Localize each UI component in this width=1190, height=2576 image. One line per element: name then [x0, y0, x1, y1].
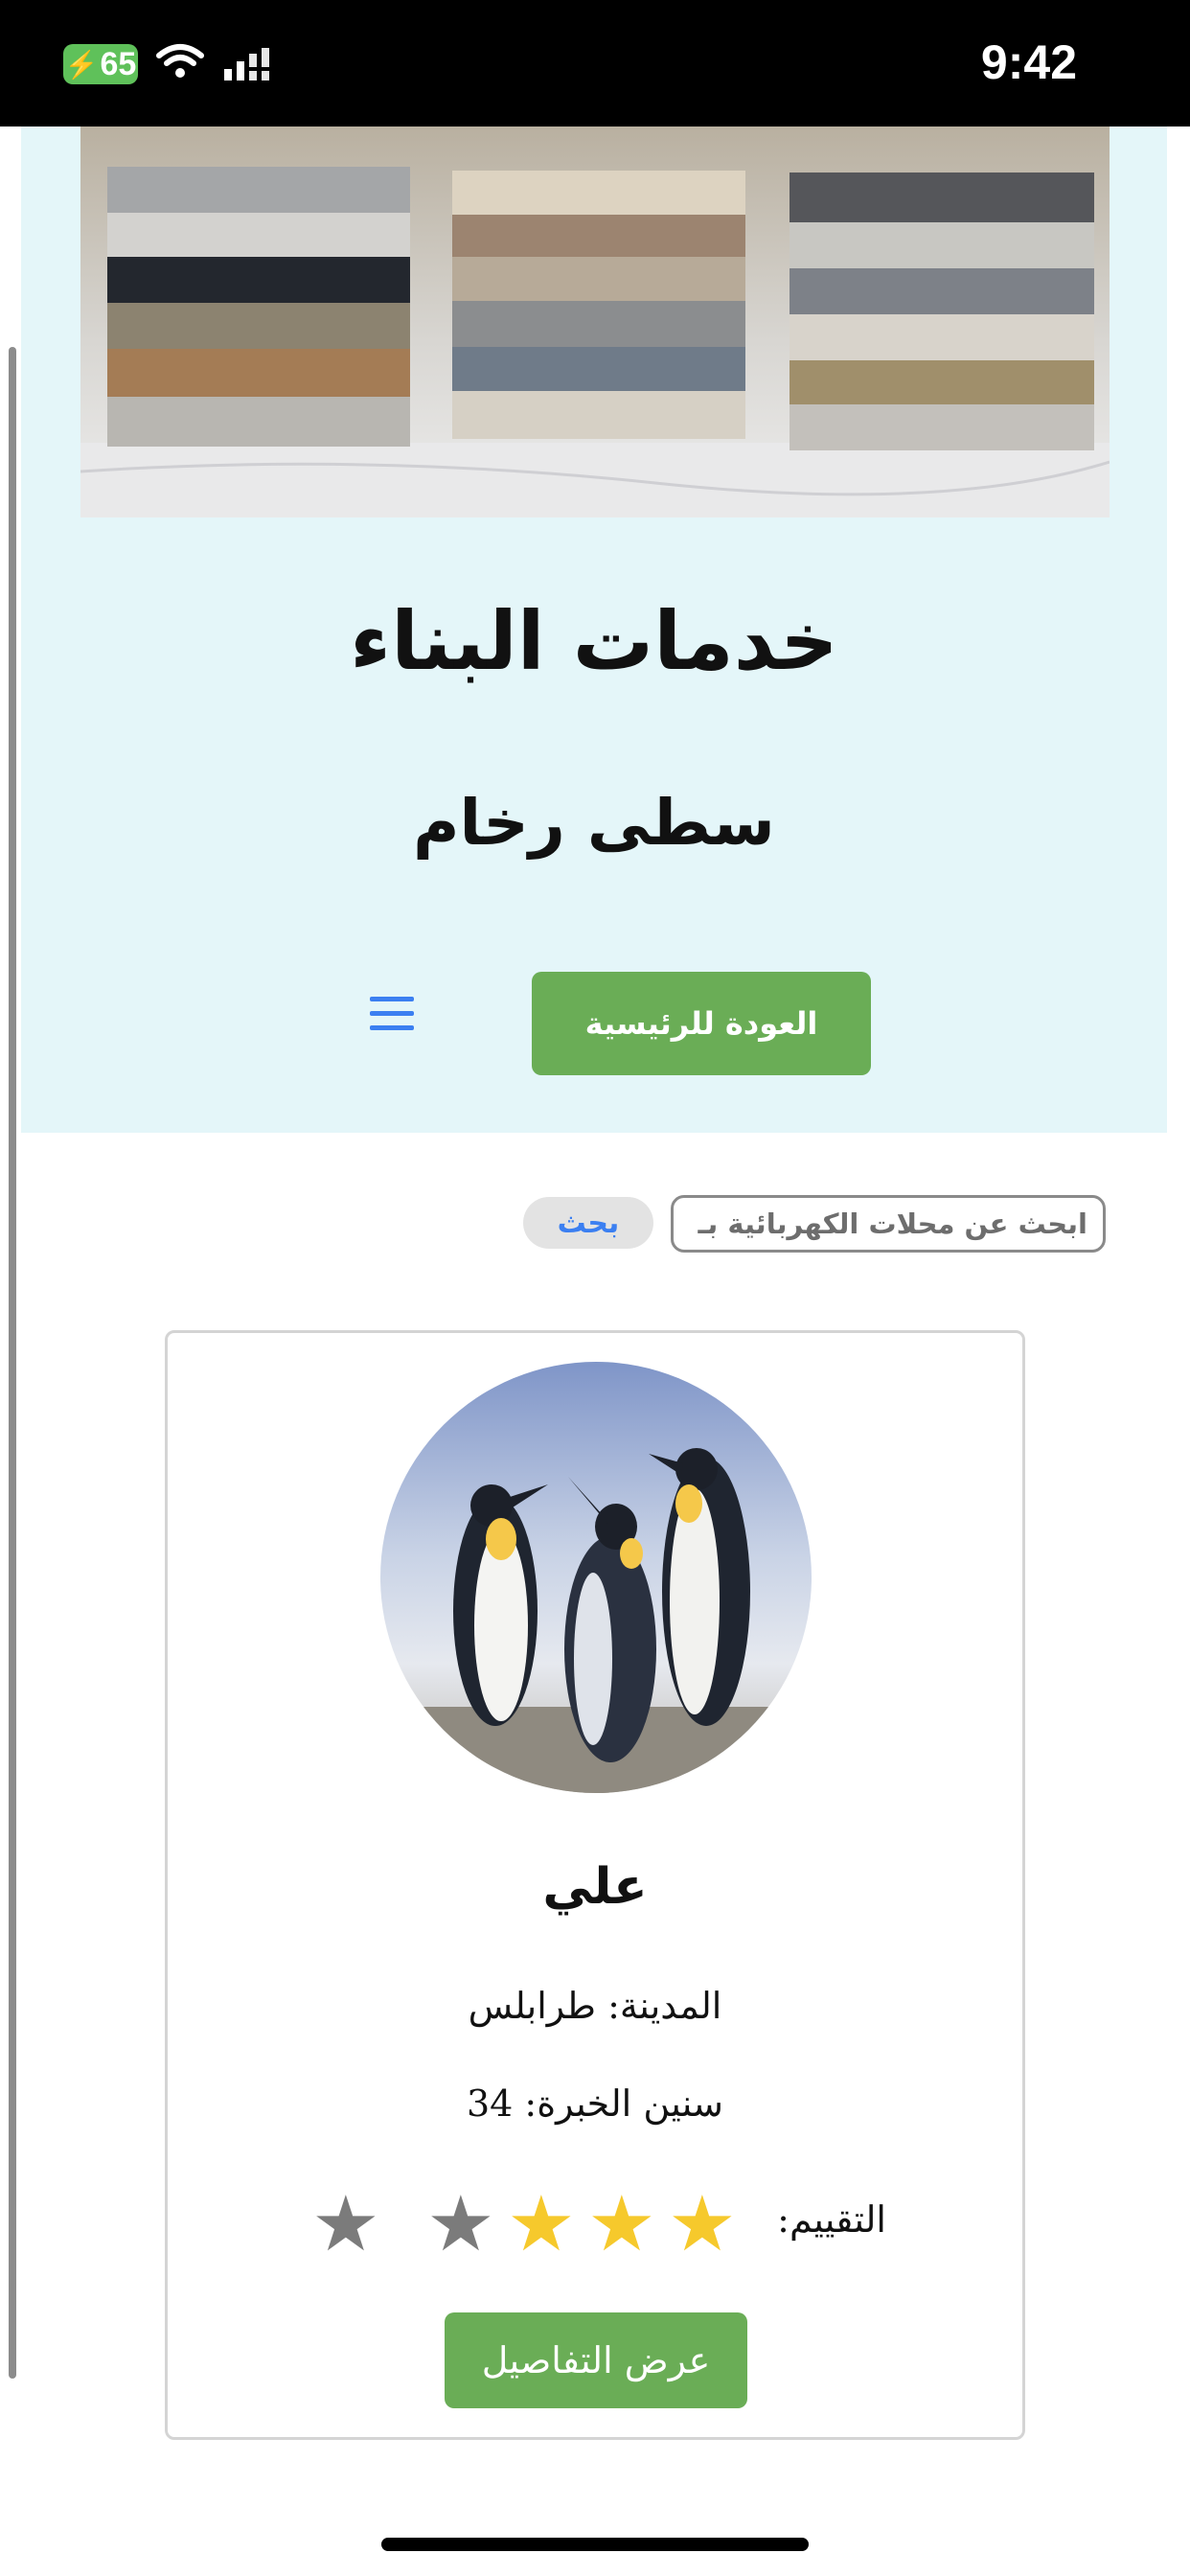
cellular-signal-icon — [224, 48, 269, 80]
profile-card: علي المدينة: طرابلس سنين الخبرة: 34 التق… — [165, 1330, 1025, 2440]
page-title: خدمات البناء — [350, 594, 838, 688]
rating-row: التقييم: ★ ★ ★ ★ ★ — [311, 2181, 886, 2267]
charging-icon: ⚡ — [64, 49, 99, 80]
marble-samples-image — [80, 126, 1110, 518]
battery-indicator: ⚡ 65 — [63, 44, 138, 84]
star-icon: ★ — [587, 2179, 656, 2268]
battery-level: 65 — [100, 45, 137, 82]
search-button[interactable]: بحث — [523, 1197, 653, 1249]
rating-label: التقييم: — [777, 2198, 886, 2241]
view-details-button[interactable]: عرض التفاصيل — [445, 2312, 747, 2408]
provider-name: علي — [542, 1858, 648, 1916]
star-icon: ★ — [668, 2179, 737, 2268]
star-icon: ★ — [311, 2179, 380, 2268]
home-indicator[interactable] — [381, 2538, 809, 2551]
hero-image — [80, 126, 1110, 518]
star-icon: ★ — [507, 2179, 576, 2268]
header-section: خدمات البناء سطى رخام العودة للرئيسية — [21, 126, 1167, 1133]
status-bar: ⚡ 65 9:42 — [0, 0, 1190, 126]
search-input[interactable]: ابحث عن محلات الكهربائية بـ — [671, 1195, 1106, 1253]
star-icon: ★ — [426, 2179, 495, 2268]
wifi-icon — [156, 44, 204, 78]
avatar — [380, 1362, 812, 1793]
scrollbar[interactable] — [9, 347, 16, 2379]
status-time: 9:42 — [980, 35, 1077, 89]
page-subtitle: سطى رخام — [413, 786, 775, 860]
penguins-photo — [380, 1362, 812, 1793]
provider-experience: سنين الخبرة: 34 — [466, 2082, 724, 2125]
provider-city: المدينة: طرابلس — [468, 1985, 722, 2027]
back-to-home-button[interactable]: العودة للرئيسية — [532, 972, 871, 1075]
hamburger-menu-icon[interactable] — [370, 997, 414, 1041]
